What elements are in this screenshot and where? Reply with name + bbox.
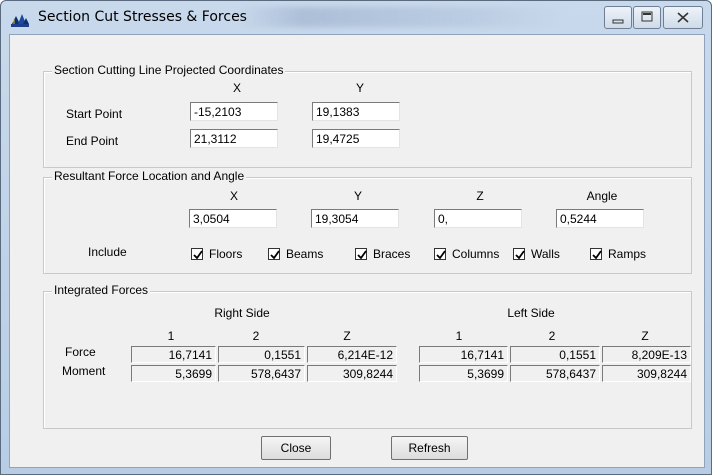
ramps-label: Ramps xyxy=(608,247,647,261)
checkmark-icon xyxy=(270,250,280,260)
right-force-2: 0,1551 xyxy=(218,346,305,363)
right-moment-1: 5,3699 xyxy=(131,365,216,382)
checkmark-icon xyxy=(592,250,602,260)
walls-checkbox[interactable]: Walls xyxy=(513,246,560,262)
right-col-z-header: Z xyxy=(343,329,351,343)
resultant-z-header: Z xyxy=(476,189,484,203)
include-label: Include xyxy=(88,245,127,259)
dialog-window: Section Cut Stresses & Forces Section Cu… xyxy=(0,0,712,475)
close-button[interactable]: Close xyxy=(261,436,331,460)
resultant-z-field[interactable]: 0, xyxy=(434,209,522,228)
braces-checkbox[interactable]: Braces xyxy=(355,246,410,262)
checkmark-icon xyxy=(193,250,203,260)
title-bar-blur xyxy=(237,7,567,27)
coord-y-header: Y xyxy=(355,81,364,95)
start-x-field[interactable]: -15,2103 xyxy=(190,102,278,121)
left-moment-z: 309,8244 xyxy=(602,365,691,382)
resultant-legend: Resultant Force Location and Angle xyxy=(52,169,247,183)
right-moment-z: 309,8244 xyxy=(307,365,397,382)
resultant-angle-field[interactable]: 0,5244 xyxy=(556,209,644,228)
refresh-button[interactable]: Refresh xyxy=(391,436,468,460)
left-col-z-header: Z xyxy=(641,329,649,343)
left-force-1: 16,7141 xyxy=(419,346,508,363)
resultant-y-header: Y xyxy=(353,189,362,203)
right-side-title: Right Side xyxy=(214,306,270,320)
window-title: Section Cut Stresses & Forces xyxy=(38,9,247,25)
floors-checkbox[interactable]: Floors xyxy=(191,246,242,262)
force-row-label: Force xyxy=(65,345,96,359)
columns-checkbox[interactable]: Columns xyxy=(434,246,499,262)
end-x-field[interactable]: 21,3112 xyxy=(190,129,278,148)
left-force-2: 0,1551 xyxy=(510,346,600,363)
start-point-label: Start Point xyxy=(66,107,123,121)
resultant-group: Resultant Force Location and Angle X Y Z… xyxy=(43,169,692,274)
resultant-x-header: X xyxy=(229,189,238,203)
end-point-label: End Point xyxy=(66,134,119,148)
beams-checkbox[interactable]: Beams xyxy=(268,246,323,262)
title-bar[interactable]: Section Cut Stresses & Forces xyxy=(1,1,711,35)
integrated-forces-group: Integrated Forces Right Side Left Side 1… xyxy=(43,283,692,429)
beams-label: Beams xyxy=(286,247,324,261)
resultant-y-field[interactable]: 19,3054 xyxy=(311,209,399,228)
left-moment-1: 5,3699 xyxy=(419,365,508,382)
minimize-icon xyxy=(612,19,624,24)
maximize-icon xyxy=(641,11,653,22)
checkmark-icon xyxy=(357,250,367,260)
moment-row-label: Moment xyxy=(62,364,106,378)
columns-label: Columns xyxy=(452,247,500,261)
end-y-field[interactable]: 19,4725 xyxy=(312,129,400,148)
coordinates-legend: Section Cutting Line Projected Coordinat… xyxy=(52,63,286,77)
start-y-field[interactable]: 19,1383 xyxy=(312,102,400,121)
floors-label: Floors xyxy=(209,247,243,261)
close-icon xyxy=(677,12,689,23)
left-col-1-header: 1 xyxy=(455,329,463,343)
right-col-1-header: 1 xyxy=(167,329,175,343)
structure-app-icon xyxy=(11,12,29,27)
braces-label: Braces xyxy=(373,247,411,261)
right-col-2-header: 2 xyxy=(252,329,260,343)
integrated-forces-legend: Integrated Forces xyxy=(52,283,151,297)
right-force-z: 6,214E-12 xyxy=(307,346,397,363)
walls-label: Walls xyxy=(531,247,560,261)
checkmark-icon xyxy=(515,250,525,260)
minimize-button[interactable] xyxy=(604,6,632,29)
dialog-client-area: Section Cutting Line Projected Coordinat… xyxy=(9,34,705,468)
close-window-button[interactable] xyxy=(663,6,703,29)
left-col-2-header: 2 xyxy=(548,329,556,343)
checkmark-icon xyxy=(436,250,446,260)
maximize-button[interactable] xyxy=(633,6,661,29)
resultant-angle-header: Angle xyxy=(586,189,618,203)
left-moment-2: 578,6437 xyxy=(510,365,600,382)
left-force-z: 8,209E-13 xyxy=(602,346,691,363)
ramps-checkbox[interactable]: Ramps xyxy=(590,246,646,262)
right-force-1: 16,7141 xyxy=(131,346,216,363)
coord-x-header: X xyxy=(232,81,241,95)
left-side-title: Left Side xyxy=(507,306,555,320)
coordinates-group: Section Cutting Line Projected Coordinat… xyxy=(43,63,692,168)
right-moment-2: 578,6437 xyxy=(218,365,305,382)
resultant-x-field[interactable]: 3,0504 xyxy=(189,209,277,228)
